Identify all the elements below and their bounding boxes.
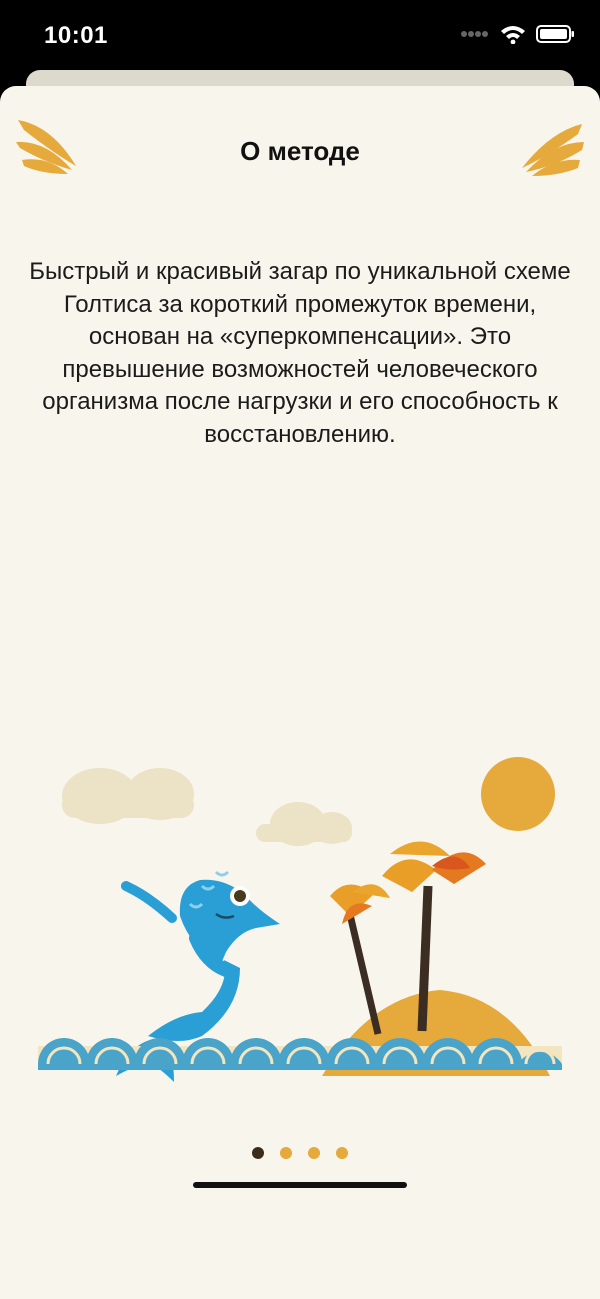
cloud-icon (62, 768, 194, 824)
page-dot-4[interactable] (336, 1147, 348, 1159)
page-dot-3[interactable] (308, 1147, 320, 1159)
sea-waves-icon (38, 1038, 562, 1070)
sun-icon (481, 757, 555, 831)
status-bar: 10:01 (0, 0, 600, 70)
beach-illustration (30, 746, 570, 1091)
page-indicator (0, 1147, 600, 1159)
onboarding-sheet[interactable]: О методе Быстрый и красивый загар по уни… (0, 86, 600, 1299)
battery-icon (536, 24, 576, 49)
wifi-icon (500, 24, 526, 49)
page-dot-2[interactable] (280, 1147, 292, 1159)
status-icons (460, 24, 576, 49)
status-time: 10:01 (44, 22, 108, 49)
method-description: Быстрый и красивый загар по уникальной с… (29, 258, 571, 448)
signal-icon (460, 27, 490, 46)
home-indicator[interactable] (193, 1182, 407, 1188)
page-dot-1[interactable] (252, 1147, 264, 1159)
cloud-icon (256, 802, 352, 846)
page-title: О методе (240, 136, 360, 166)
leaf-ornament-icon (516, 122, 584, 183)
